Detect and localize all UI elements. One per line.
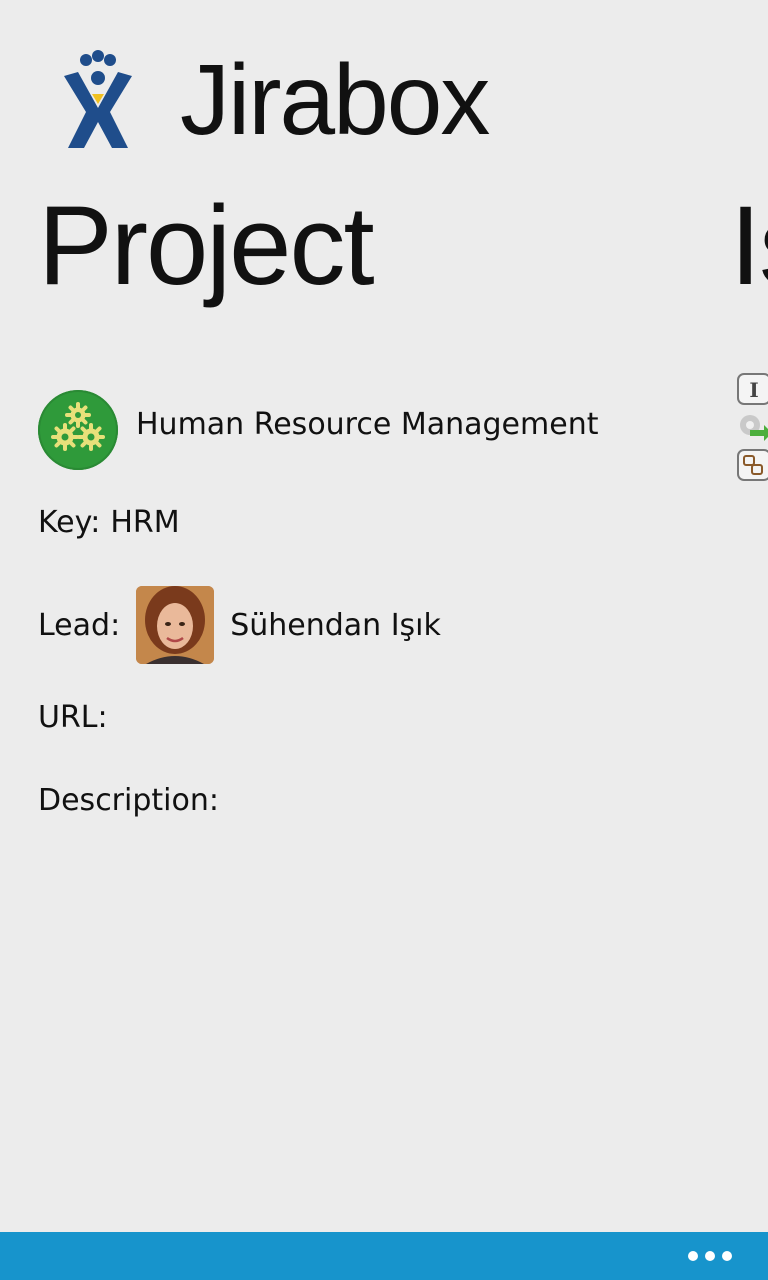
lead-name[interactable]: Sühendan Işık xyxy=(230,608,441,643)
pivot-header-next[interactable]: Is xyxy=(730,190,768,302)
issue-type-list-peek: I xyxy=(736,372,768,486)
lead-avatar[interactable] xyxy=(136,586,215,664)
gears-icon xyxy=(51,402,105,451)
app-bar xyxy=(0,1232,768,1280)
svg-text:I: I xyxy=(749,378,758,402)
improvement-icon[interactable]: I xyxy=(736,372,768,406)
dot xyxy=(722,1251,732,1261)
project-key-field: Key: HRM xyxy=(38,505,180,540)
project-lead-field: Lead: Sühendan Işık xyxy=(38,586,441,664)
project-name: Human Resource Management xyxy=(136,406,599,442)
key-label: Key: xyxy=(38,505,101,540)
page: Jirabox Project Is xyxy=(0,0,768,1280)
project-url-field: URL: xyxy=(38,700,118,735)
sub-task-icon[interactable] xyxy=(736,448,768,482)
new-feature-icon[interactable] xyxy=(736,410,768,444)
pivot-header-project[interactable]: Project xyxy=(38,190,375,302)
project-name-row: Human Resource Management xyxy=(38,390,598,470)
lead-label: Lead: xyxy=(38,607,121,643)
jira-logo-icon xyxy=(64,50,132,148)
project-avatar xyxy=(38,390,118,470)
description-label: Description: xyxy=(38,783,219,818)
app-title: Jirabox xyxy=(180,44,490,156)
dot xyxy=(705,1251,715,1261)
person-photo-icon xyxy=(136,586,215,664)
key-value: HRM xyxy=(110,505,180,540)
project-description-field: Description: xyxy=(38,783,229,818)
ellipsis-icon[interactable] xyxy=(688,1250,732,1262)
url-label: URL: xyxy=(38,700,108,735)
app-header: Jirabox xyxy=(56,40,490,160)
dot xyxy=(688,1251,698,1261)
